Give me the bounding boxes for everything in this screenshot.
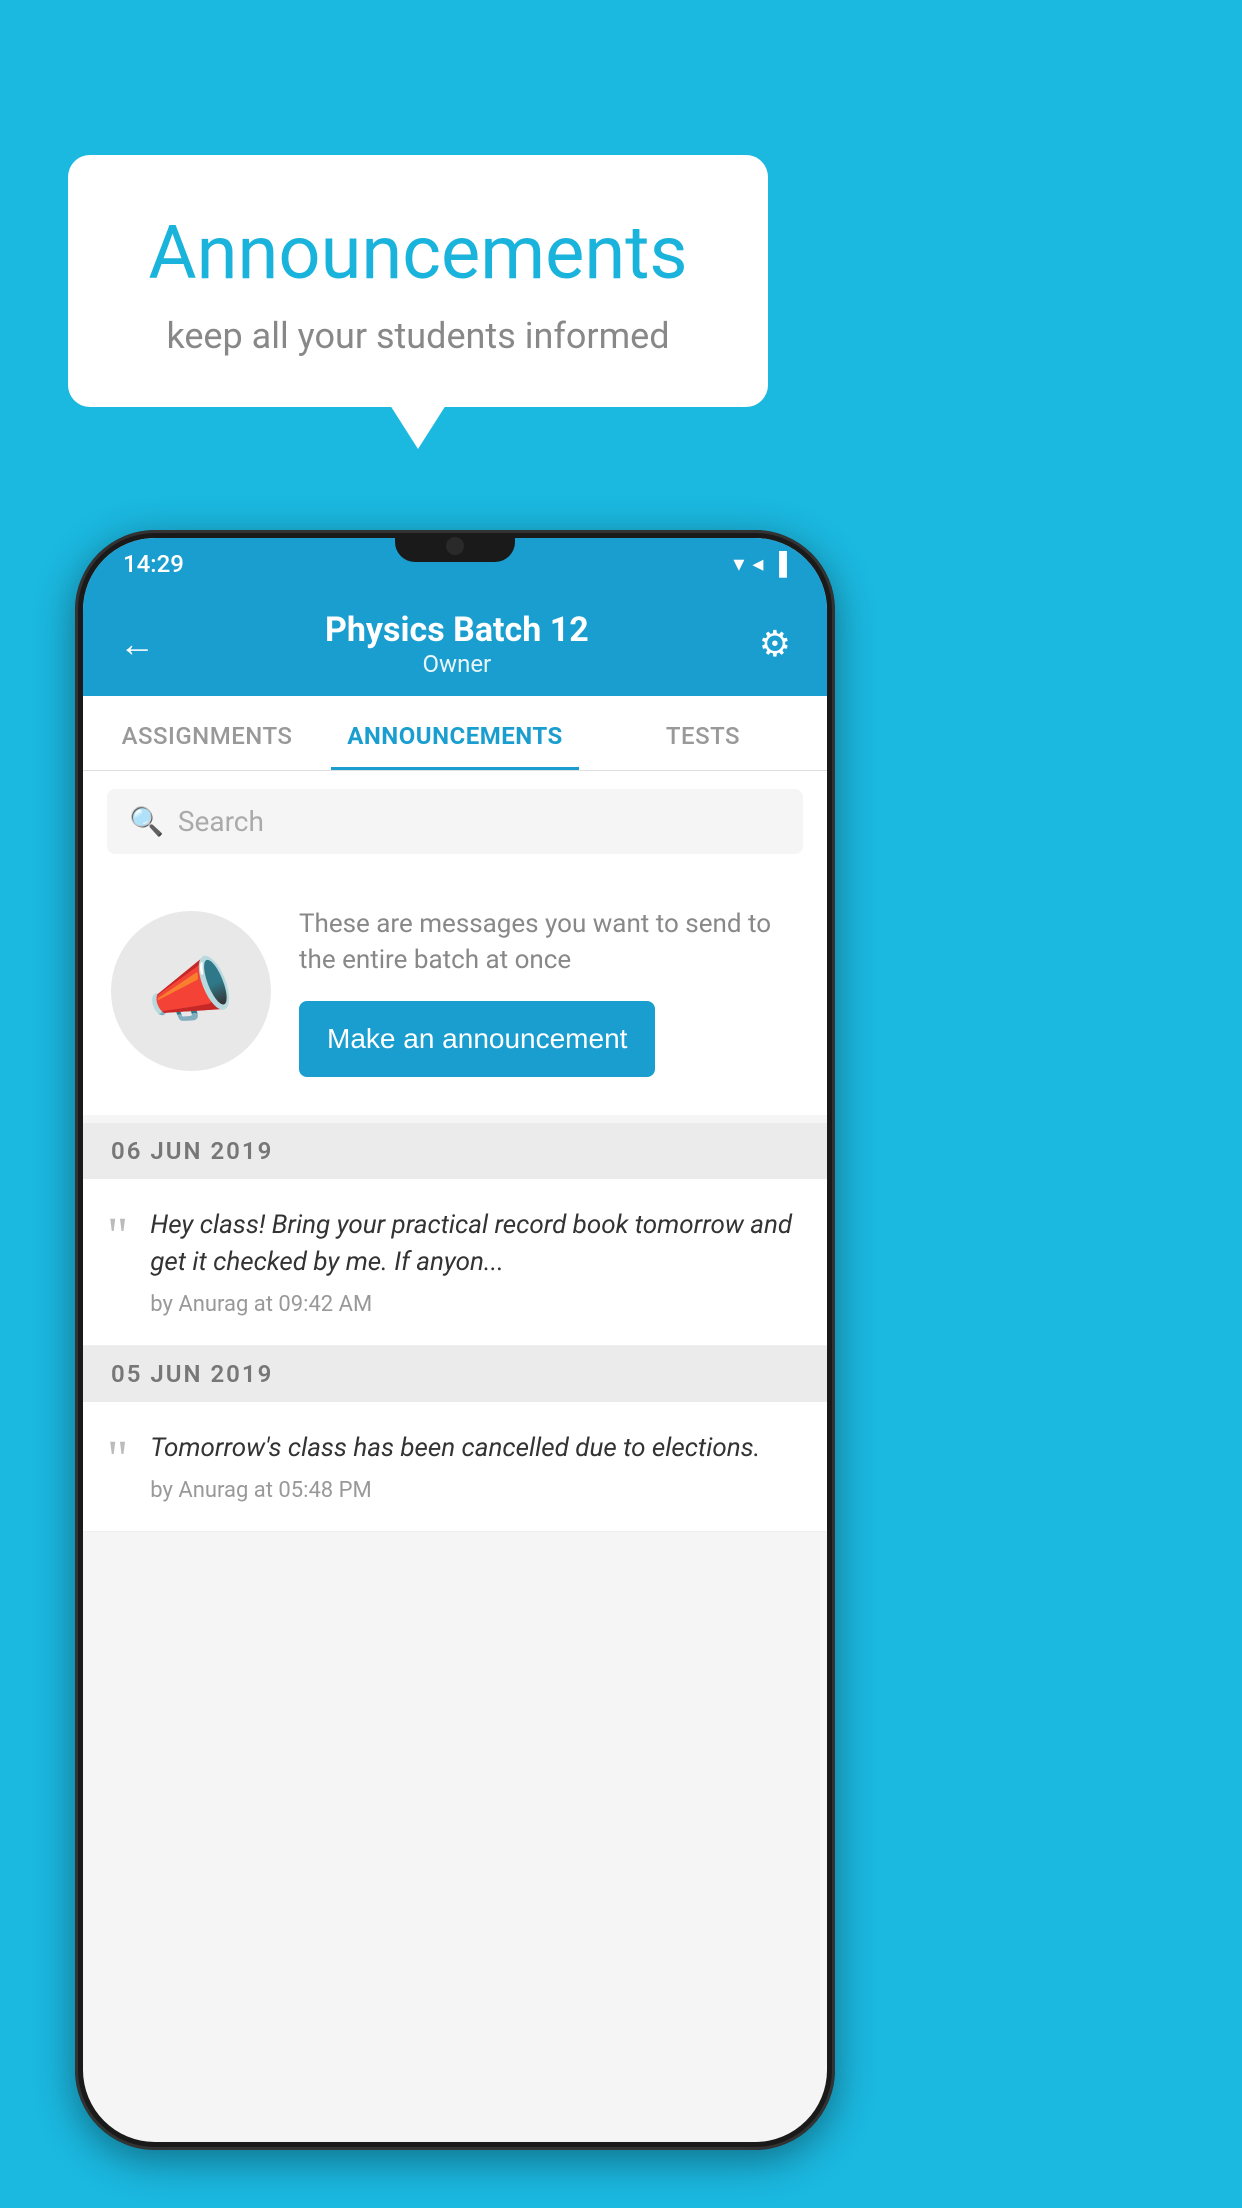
status-icons: ▾ ◂ ▐: [733, 551, 787, 577]
make-announcement-button[interactable]: Make an announcement: [299, 1001, 655, 1077]
promo-section: 📣 These are messages you want to send to…: [83, 872, 827, 1115]
header-subtitle: Owner: [325, 650, 589, 678]
date-separator-2: 05 JUN 2019: [83, 1346, 827, 1402]
announcement-text-2: Tomorrow's class has been cancelled due …: [150, 1430, 803, 1468]
content-area: 🔍 Search 📣 These are messages you want t…: [83, 771, 827, 1532]
announcement-item-2[interactable]: " Tomorrow's class has been cancelled du…: [83, 1402, 827, 1532]
gear-icon[interactable]: ⚙: [759, 623, 791, 665]
battery-icon: ▐: [771, 551, 787, 577]
header-title: Physics Batch 12: [325, 610, 589, 650]
quote-icon-2: ": [107, 1434, 128, 1486]
speech-bubble: Announcements keep all your students inf…: [68, 155, 768, 407]
search-box[interactable]: 🔍 Search: [107, 789, 803, 854]
promo-right: These are messages you want to send to t…: [299, 906, 799, 1077]
power-button-right: [833, 910, 835, 1020]
announcement-content-1: Hey class! Bring your practical record b…: [150, 1207, 803, 1317]
back-button[interactable]: ←: [119, 626, 155, 662]
app-header: ← Physics Batch 12 Owner ⚙: [83, 590, 827, 696]
megaphone-icon: 📣: [147, 950, 234, 1032]
wifi-icon: ▾: [733, 552, 744, 577]
phone-screen: 14:29 ▾ ◂ ▐ ← Physics Batch 12 Owner ⚙ A…: [83, 538, 827, 2142]
phone-notch: [395, 530, 515, 562]
tabs-bar: ASSIGNMENTS ANNOUNCEMENTS TESTS: [83, 696, 827, 771]
search-container: 🔍 Search: [83, 771, 827, 872]
speech-bubble-title: Announcements: [128, 210, 708, 297]
tab-assignments[interactable]: ASSIGNMENTS: [83, 696, 331, 770]
tab-announcements[interactable]: ANNOUNCEMENTS: [331, 696, 579, 770]
phone-frame: 14:29 ▾ ◂ ▐ ← Physics Batch 12 Owner ⚙ A…: [75, 530, 835, 2150]
speech-bubble-subtitle: keep all your students informed: [128, 315, 708, 357]
announcement-item-1[interactable]: " Hey class! Bring your practical record…: [83, 1179, 827, 1346]
announcement-content-2: Tomorrow's class has been cancelled due …: [150, 1430, 803, 1503]
header-center: Physics Batch 12 Owner: [325, 610, 589, 678]
volume-button-left: [75, 930, 77, 1010]
date-separator-1: 06 JUN 2019: [83, 1123, 827, 1179]
promo-description: These are messages you want to send to t…: [299, 906, 799, 979]
search-icon: 🔍: [129, 805, 164, 838]
tab-tests[interactable]: TESTS: [579, 696, 827, 770]
promo-icon-circle: 📣: [111, 911, 271, 1071]
announcement-meta-2: by Anurag at 05:48 PM: [150, 1478, 803, 1503]
announcement-meta-1: by Anurag at 09:42 AM: [150, 1292, 803, 1317]
camera-notch: [446, 537, 464, 555]
status-time: 14:29: [123, 550, 184, 578]
quote-icon-1: ": [107, 1211, 128, 1263]
announcement-text-1: Hey class! Bring your practical record b…: [150, 1207, 803, 1282]
search-input[interactable]: Search: [178, 805, 264, 838]
signal-icon: ◂: [752, 552, 763, 577]
